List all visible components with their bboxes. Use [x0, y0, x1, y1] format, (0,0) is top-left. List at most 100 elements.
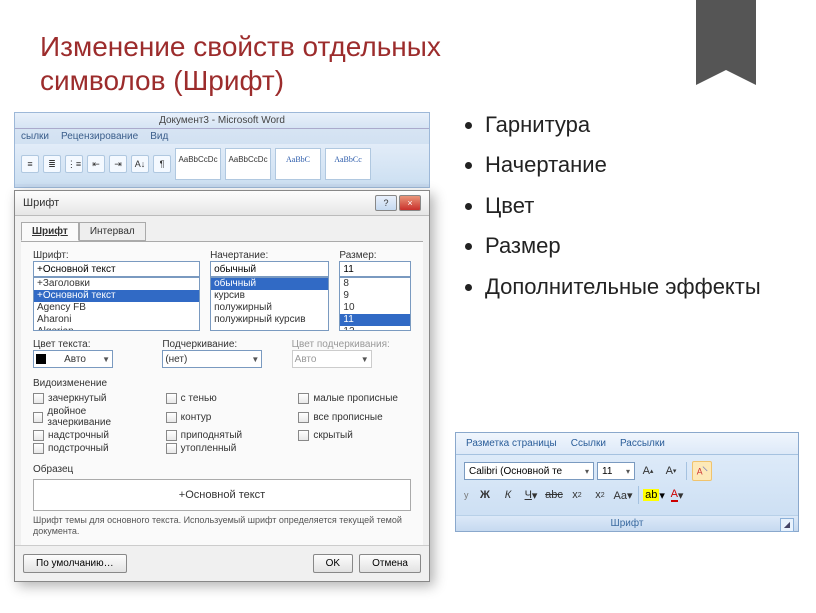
checkbox-emboss[interactable]: приподнятый [166, 430, 279, 441]
style-preview[interactable]: AaBbCcDc [225, 148, 271, 180]
combo-value: Авто [64, 354, 86, 365]
sort-icon[interactable]: A↓ [131, 155, 149, 173]
ribbon-tab[interactable]: Рассылки [620, 438, 665, 449]
bullet-item: Цвет [485, 193, 785, 219]
list-item[interactable]: полужирный курсив [211, 314, 328, 326]
italic-icon[interactable]: К [498, 485, 518, 505]
font-list[interactable]: +Заголовки +Основной текст Agency FB Aha… [33, 277, 200, 331]
font-family-combo[interactable]: Calibri (Основной те ▾ [464, 462, 594, 480]
highlight-icon[interactable]: ab▾ [644, 485, 664, 505]
bullet-item: Начертание [485, 152, 785, 178]
paragraph-marks-icon[interactable]: ¶ [153, 155, 171, 173]
tab-font[interactable]: Шрифт [21, 222, 79, 241]
style-input[interactable] [210, 261, 329, 277]
chevron-down-icon: ▼ [251, 355, 259, 364]
dialog-titlebar: Шрифт ? × [15, 191, 429, 216]
list-bullets-icon[interactable]: ≡ [21, 155, 39, 173]
list-item[interactable]: полужирный [211, 302, 328, 314]
checkbox-strikethrough[interactable]: зачеркнутый [33, 393, 146, 404]
change-case-icon[interactable]: Aa▾ [613, 485, 633, 505]
bullet-list: Гарнитура Начертание Цвет Размер Дополни… [465, 112, 785, 314]
font-size-combo[interactable]: 11 ▾ [597, 462, 635, 480]
ribbon-tab[interactable]: Вид [150, 131, 168, 142]
separator [638, 486, 639, 504]
dialog-launcher-icon[interactable]: ◢ [780, 518, 794, 532]
effects-label: Видоизменение [33, 378, 411, 389]
list-item[interactable]: курсив [211, 290, 328, 302]
cancel-button[interactable]: Отмена [359, 554, 421, 573]
svg-text:A: A [697, 467, 703, 477]
close-button[interactable]: × [399, 195, 421, 211]
checkbox-superscript[interactable]: надстрочный [33, 430, 146, 441]
underline-icon[interactable]: Ч▾ [521, 485, 541, 505]
ribbon-tab[interactable]: Разметка страницы [466, 438, 557, 449]
list-item[interactable]: +Основной текст [34, 290, 199, 302]
subscript-icon[interactable]: x2 [567, 485, 587, 505]
checkbox-engrave[interactable]: утопленный [166, 443, 279, 454]
list-item[interactable]: Aharoni [34, 314, 199, 326]
bullet-item: Гарнитура [485, 112, 785, 138]
sample-preview: +Основной текст [33, 479, 411, 511]
group-label-font: Шрифт ◢ [456, 515, 798, 531]
checkbox-allcaps[interactable]: все прописные [298, 406, 411, 428]
ok-button[interactable]: OK [313, 554, 353, 573]
bold-icon[interactable]: Ж [475, 485, 495, 505]
tab-spacing[interactable]: Интервал [79, 222, 146, 241]
ribbon-tab[interactable]: Рецензирование [61, 131, 138, 142]
checkbox-outline[interactable]: контур [166, 406, 279, 428]
combo-value: (нет) [165, 354, 187, 365]
checkbox-subscript[interactable]: подстрочный [33, 443, 146, 454]
checkbox-smallcaps[interactable]: малые прописные [298, 393, 411, 404]
list-item[interactable]: +Заголовки [34, 278, 199, 290]
checkbox-hidden[interactable]: скрытый [298, 430, 411, 441]
list-item[interactable]: Agency FB [34, 302, 199, 314]
clear-formatting-icon[interactable]: A [692, 461, 712, 481]
size-list[interactable]: 8 9 10 11 12 [339, 277, 411, 331]
shrink-font-icon[interactable]: A▾ [661, 461, 681, 481]
list-item[interactable]: 10 [340, 302, 410, 314]
checkbox-shadow[interactable]: с тенью [166, 393, 279, 404]
chevron-down-icon: ▾ [626, 467, 630, 476]
font-color-icon[interactable]: A▾ [667, 485, 687, 505]
strikethrough-icon[interactable]: abc [544, 485, 564, 505]
sample-label: Образец [33, 464, 411, 475]
font-color-combo[interactable]: Авто ▼ [33, 350, 113, 368]
style-preview[interactable]: AaBbCcDc [175, 148, 221, 180]
color-swatch-icon [36, 354, 46, 364]
combo-value: Calibri (Основной те [469, 466, 562, 477]
list-item[interactable]: 12 [340, 326, 410, 331]
combo-value: Авто [295, 354, 317, 365]
checkbox-double-strike[interactable]: двойное зачеркивание [33, 406, 146, 428]
ribbon-tab[interactable]: Ссылки [571, 438, 606, 449]
ribbon-tab[interactable]: сылки [21, 131, 49, 142]
underline-combo[interactable]: (нет) ▼ [162, 350, 262, 368]
list-item[interactable]: обычный [211, 278, 328, 290]
style-preview[interactable]: AaBbCc [325, 148, 371, 180]
list-multilevel-icon[interactable]: ⋮≡ [65, 155, 83, 173]
word-ribbon: Документ3 - Microsoft Word сылки Рецензи… [14, 112, 430, 188]
underline-color-combo: Авто ▼ [292, 350, 372, 368]
superscript-icon[interactable]: x2 [590, 485, 610, 505]
label-underline: Подчеркивание: [162, 339, 281, 350]
list-numbered-icon[interactable]: ≣ [43, 155, 61, 173]
indent-increase-icon[interactable]: ⇥ [109, 155, 127, 173]
font-input[interactable] [33, 261, 200, 277]
combo-value: 11 [602, 466, 612, 477]
default-button[interactable]: По умолчанию… [23, 554, 127, 573]
ribbon-tabs: сылки Рецензирование Вид [15, 129, 429, 144]
dialog-title: Шрифт [23, 197, 59, 209]
label-size: Размер: [339, 250, 411, 261]
style-list[interactable]: обычный курсив полужирный полужирный кур… [210, 277, 329, 331]
list-item[interactable]: 11 [340, 314, 410, 326]
style-preview[interactable]: AaBbC [275, 148, 321, 180]
list-item[interactable]: Algerian [34, 326, 199, 331]
size-input[interactable] [339, 261, 411, 277]
list-item[interactable]: 8 [340, 278, 410, 290]
clipboard-edge: у [464, 490, 472, 500]
list-item[interactable]: 9 [340, 290, 410, 302]
bookmark-decoration [696, 0, 756, 70]
indent-decrease-icon[interactable]: ⇤ [87, 155, 105, 173]
grow-font-icon[interactable]: A▴ [638, 461, 658, 481]
help-button[interactable]: ? [375, 195, 397, 211]
font-dialog: Шрифт ? × Шрифт Интервал Шрифт: +Заголов… [14, 190, 430, 582]
